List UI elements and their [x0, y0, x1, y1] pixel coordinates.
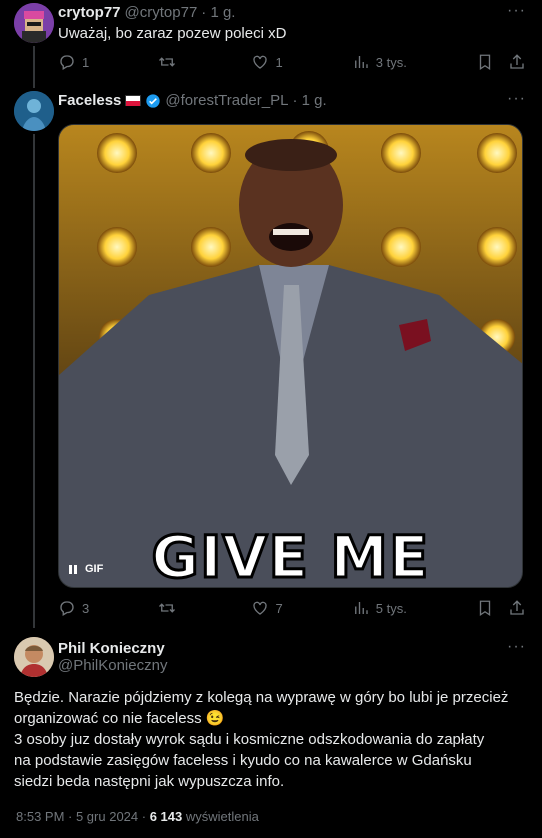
gif-label: GIF — [85, 563, 104, 575]
retweet-icon — [159, 603, 176, 613]
avatar-phil-konieczny[interactable] — [14, 637, 54, 677]
retweet-icon — [159, 57, 176, 67]
reply-icon — [60, 601, 74, 616]
like-count: 7 — [275, 600, 283, 616]
views-icon — [354, 56, 368, 68]
views-button[interactable]: 5 tys. — [352, 599, 407, 617]
author-name[interactable]: Faceless — [58, 92, 121, 109]
tweet-meta: 8:53 PM · 5 gru 2024 · 6 143 wyświetleni… — [16, 809, 259, 824]
view-count: 5 tys. — [375, 600, 407, 616]
tweet-crytop77[interactable]: crytop77 @crytop77 · 1 g. ··· Uważaj, bo… — [0, 0, 542, 88]
views-button[interactable]: 3 tys. — [352, 53, 407, 71]
reply-icon — [60, 55, 74, 70]
tweet-line: organizować co nie faceless 😉 — [14, 710, 225, 727]
view-count: 3 tys. — [375, 54, 407, 70]
like-count: 1 — [275, 54, 283, 70]
tweet-line: siedzi beda następni jak wypuszcza info. — [14, 773, 285, 790]
more-options-icon[interactable]: ··· — [507, 2, 526, 20]
poland-flag-icon — [125, 95, 142, 106]
heart-icon — [253, 55, 268, 69]
gif-controls[interactable]: GIF — [69, 563, 103, 575]
author-handle[interactable]: @crytop77 — [125, 4, 198, 21]
share-icon[interactable] — [508, 599, 526, 617]
author-handle[interactable]: @PhilKonieczny — [58, 657, 167, 674]
main-tweet-text: Będzie. Narazie pójdziemy z kolegą na wy… — [14, 687, 538, 792]
retweet-button[interactable] — [158, 599, 182, 617]
bookmark-icon[interactable] — [476, 599, 494, 617]
like-button[interactable]: 7 — [251, 599, 283, 617]
author-name[interactable]: Phil Konieczny — [58, 640, 165, 657]
pause-icon[interactable] — [69, 564, 77, 574]
author-name[interactable]: crytop77 — [58, 4, 121, 21]
reply-count: 3 — [82, 600, 90, 616]
views-label: wyświetlenia — [185, 809, 259, 824]
author-handle[interactable]: @forestTrader_PL — [165, 92, 288, 109]
thread-line — [33, 46, 35, 88]
tweet-line: na podstawie zasięgów faceless i kyudo c… — [14, 752, 472, 769]
gif-frame-image — [59, 125, 522, 587]
tweet-line: 3 osoby juz dostały wyrok sądu i kosmicz… — [14, 731, 485, 748]
gif-caption: GIVE ME — [150, 522, 430, 588]
like-button[interactable]: 1 — [251, 53, 283, 71]
share-icon[interactable] — [508, 53, 526, 71]
avatar-crytop77[interactable] — [14, 3, 54, 43]
view-count: 6 143 — [149, 809, 183, 824]
reply-count: 1 — [82, 54, 90, 70]
post-time[interactable]: · 1 g. — [201, 4, 235, 21]
thread-line — [33, 134, 35, 628]
timestamp[interactable]: 8:53 PM · 5 gru 2024 · — [16, 809, 146, 824]
tweet-text: Uważaj, bo zaraz pozew poleci xD — [58, 25, 287, 42]
more-options-icon[interactable]: ··· — [507, 90, 526, 108]
heart-icon — [253, 601, 268, 615]
reply-button[interactable]: 1 — [58, 53, 89, 71]
more-options-icon[interactable]: ··· — [507, 638, 526, 656]
reply-button[interactable]: 3 — [58, 599, 89, 617]
verified-badge-icon[interactable] — [145, 93, 161, 109]
views-icon — [354, 602, 368, 614]
avatar-faceless[interactable] — [14, 91, 54, 131]
post-time[interactable]: · 1 g. — [292, 92, 326, 109]
gif-media[interactable]: GIVE ME GIF — [58, 124, 523, 588]
retweet-button[interactable] — [158, 53, 182, 71]
tweet-line: Będzie. Narazie pójdziemy z kolegą na wy… — [14, 689, 509, 706]
bookmark-icon[interactable] — [476, 53, 494, 71]
